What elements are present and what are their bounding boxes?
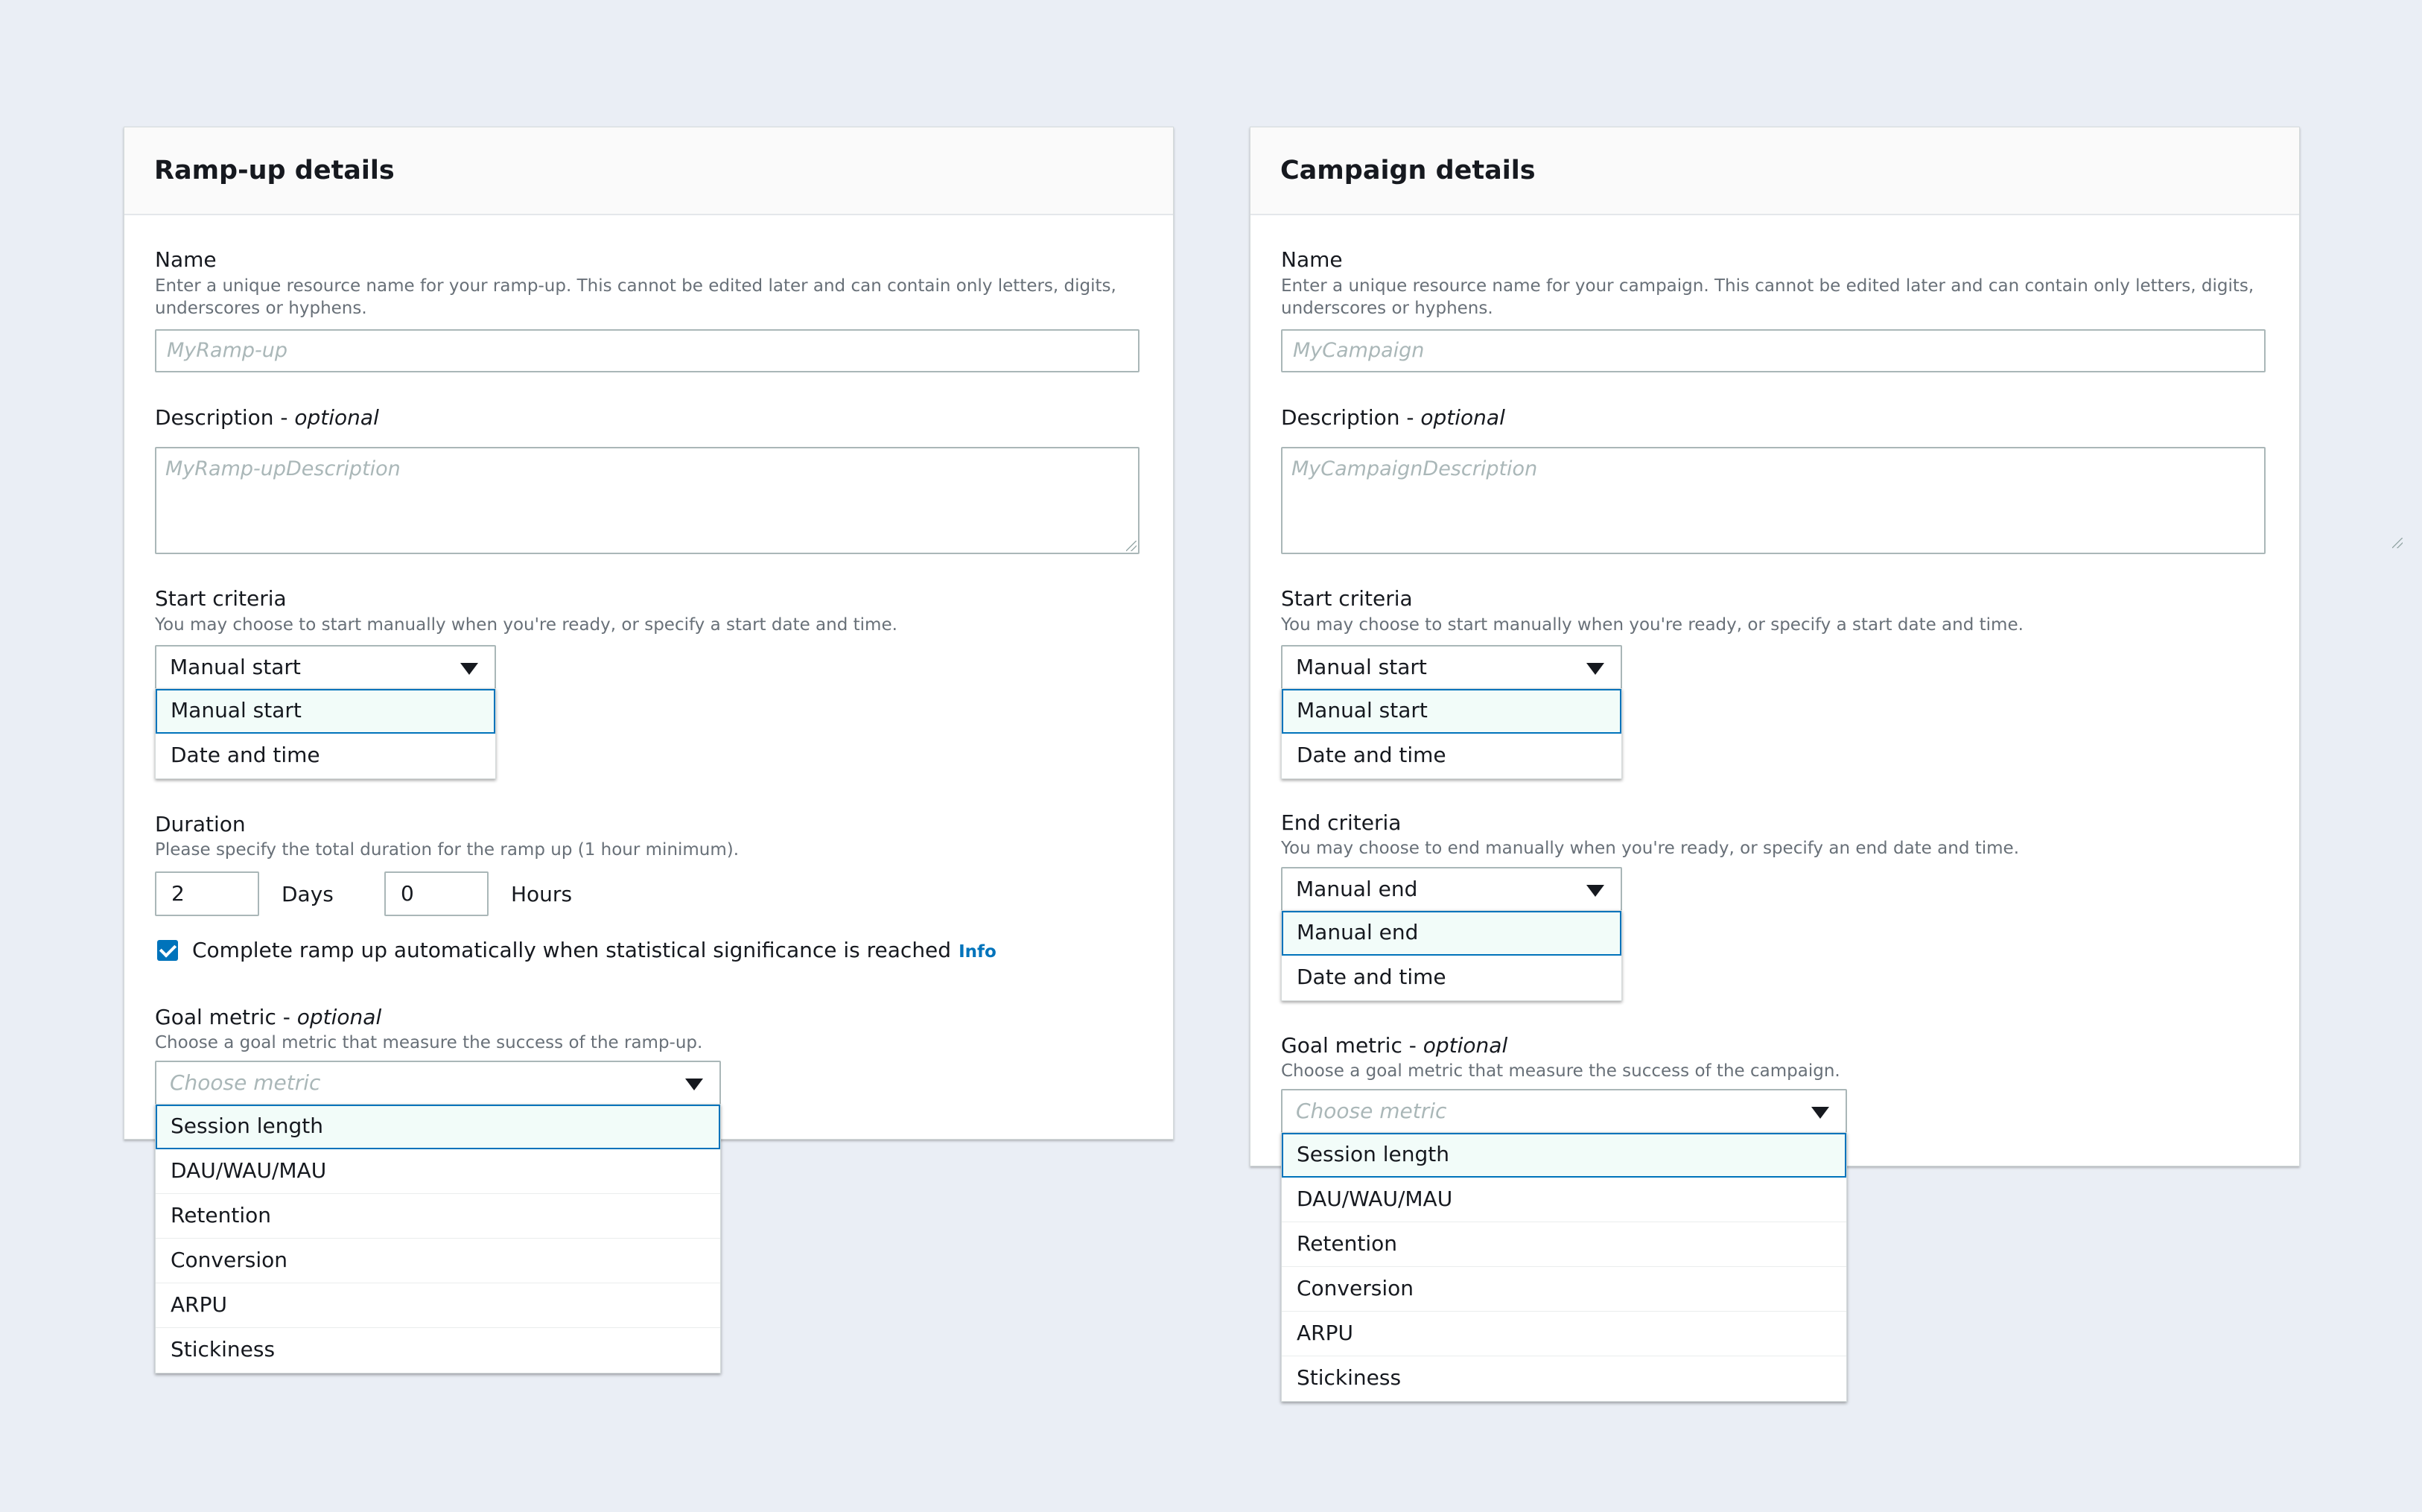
rampup-goal-select[interactable]: Choose metric — [155, 1061, 721, 1105]
rampup-start-option-datetime[interactable]: Date and time — [156, 734, 495, 778]
campaign-end-option-manual[interactable]: Manual end — [1282, 911, 1621, 956]
rampup-days-unit: Days — [282, 882, 334, 906]
rampup-name-input[interactable]: MyRamp-up — [155, 329, 1140, 372]
rampup-days-input[interactable]: 2 — [155, 871, 259, 916]
campaign-end-option-datetime[interactable]: Date and time — [1282, 956, 1621, 1000]
campaign-name-desc-line1: Enter a unique resource name for your ca… — [1281, 276, 2254, 296]
campaign-description-optional: optional — [1420, 405, 1505, 430]
campaign-description-label-text: Description — [1281, 405, 1400, 430]
campaign-end-value: Manual end — [1296, 877, 1418, 901]
campaign-start-value: Manual start — [1296, 655, 1427, 679]
campaign-end-label: End criteria — [1281, 810, 1402, 835]
campaign-end-description: You may choose to end manually when you'… — [1281, 839, 2019, 858]
campaign-name-label: Name — [1281, 247, 1343, 272]
rampup-panel-header: Ramp-up details — [124, 127, 1173, 215]
campaign-name-desc-line2: underscores or hyphens. — [1281, 299, 1493, 318]
rampup-panel-title: Ramp-up details — [154, 156, 395, 185]
rampup-goal-label-text: Goal metric — [155, 1005, 276, 1029]
rampup-auto-complete-label: Complete ramp up automatically when stat… — [192, 938, 997, 962]
campaign-description-placeholder: MyCampaignDescription — [1291, 457, 1538, 480]
campaign-goal-option-stickiness[interactable]: Stickiness — [1282, 1356, 1846, 1401]
campaign-panel-header: Campaign details — [1250, 127, 2299, 215]
campaign-goal-optional: optional — [1423, 1033, 1508, 1058]
campaign-goal-label: Goal metric - optional — [1281, 1033, 1508, 1058]
rampup-description-textarea[interactable]: MyRamp-upDescription — [155, 447, 1140, 554]
campaign-end-dropdown: Manual end Date and time — [1281, 910, 1622, 1001]
rampup-description-optional: optional — [294, 405, 379, 430]
rampup-description-label-text: Description — [155, 405, 274, 430]
rampup-description-placeholder: MyRamp-upDescription — [165, 457, 401, 480]
rampup-start-label: Start criteria — [155, 586, 287, 611]
rampup-goal-option-session-length[interactable]: Session length — [156, 1105, 720, 1149]
campaign-start-label: Start criteria — [1281, 586, 1413, 611]
rampup-start-select[interactable]: Manual start — [155, 645, 496, 690]
rampup-duration-description: Please specify the total duration for th… — [155, 840, 740, 860]
campaign-panel-title: Campaign details — [1280, 156, 1536, 185]
rampup-duration-label: Duration — [155, 812, 246, 836]
rampup-name-desc-line1: Enter a unique resource name for your ra… — [155, 276, 1116, 296]
rampup-goal-option-conversion[interactable]: Conversion — [156, 1239, 720, 1283]
campaign-end-select[interactable]: Manual end — [1281, 867, 1622, 912]
rampup-goal-option-arpu[interactable]: ARPU — [156, 1283, 720, 1328]
campaign-start-dropdown: Manual start Date and time — [1281, 688, 1622, 779]
campaign-goal-option-retention[interactable]: Retention — [1282, 1222, 1846, 1267]
campaign-goal-placeholder: Choose metric — [1296, 1099, 1447, 1123]
rampup-start-description: You may choose to start manually when yo… — [155, 615, 897, 635]
rampup-start-dropdown: Manual start Date and time — [155, 688, 496, 779]
caret-down-icon — [685, 1079, 703, 1090]
caret-down-icon — [460, 663, 478, 675]
info-link[interactable]: Info — [959, 942, 997, 962]
rampup-goal-option-retention[interactable]: Retention — [156, 1194, 720, 1239]
rampup-start-option-manual[interactable]: Manual start — [156, 689, 495, 734]
rampup-hours-unit: Hours — [511, 882, 573, 906]
rampup-name-description: Enter a unique resource name for your ra… — [155, 275, 1116, 320]
campaign-start-select[interactable]: Manual start — [1281, 645, 1622, 690]
rampup-goal-description: Choose a goal metric that measure the su… — [155, 1033, 703, 1052]
campaign-goal-select[interactable]: Choose metric — [1281, 1089, 1847, 1134]
rampup-goal-placeholder: Choose metric — [170, 1070, 321, 1095]
rampup-name-label: Name — [155, 247, 217, 272]
campaign-start-description: You may choose to start manually when yo… — [1281, 615, 2024, 635]
campaign-name-description: Enter a unique resource name for your ca… — [1281, 275, 2254, 320]
caret-down-icon — [1586, 663, 1604, 675]
caret-down-icon — [1811, 1107, 1829, 1119]
campaign-goal-option-session-length[interactable]: Session length — [1282, 1133, 1846, 1178]
rampup-start-value: Manual start — [170, 655, 301, 679]
rampup-description-label: Description - optional — [155, 405, 379, 430]
resize-grip-icon[interactable] — [1126, 541, 1137, 551]
campaign-start-option-manual[interactable]: Manual start — [1282, 689, 1621, 734]
resize-grip-icon[interactable] — [2392, 538, 2403, 548]
campaign-description-textarea[interactable]: MyCampaignDescription — [1281, 447, 2266, 554]
rampup-auto-complete-text: Complete ramp up automatically when stat… — [192, 938, 952, 962]
rampup-goal-optional: optional — [296, 1005, 382, 1029]
campaign-goal-description: Choose a goal metric that measure the su… — [1281, 1061, 1840, 1081]
campaign-goal-label-text: Goal metric — [1281, 1033, 1402, 1058]
caret-down-icon — [1586, 885, 1604, 897]
rampup-goal-label: Goal metric - optional — [155, 1005, 382, 1029]
campaign-goal-dropdown: Session length DAU/WAU/MAU Retention Con… — [1281, 1132, 1847, 1402]
campaign-goal-option-arpu[interactable]: ARPU — [1282, 1312, 1846, 1356]
rampup-goal-option-stickiness[interactable]: Stickiness — [156, 1328, 720, 1373]
campaign-name-input[interactable]: MyCampaign — [1281, 329, 2266, 372]
rampup-auto-complete-checkbox[interactable] — [157, 940, 178, 961]
rampup-goal-dropdown: Session length DAU/WAU/MAU Retention Con… — [155, 1104, 721, 1373]
campaign-start-option-datetime[interactable]: Date and time — [1282, 734, 1621, 778]
campaign-description-label: Description - optional — [1281, 405, 1505, 430]
rampup-goal-option-dau-wau-mau[interactable]: DAU/WAU/MAU — [156, 1149, 720, 1194]
rampup-hours-input[interactable]: 0 — [384, 871, 489, 916]
campaign-goal-option-conversion[interactable]: Conversion — [1282, 1267, 1846, 1312]
campaign-goal-option-dau-wau-mau[interactable]: DAU/WAU/MAU — [1282, 1178, 1846, 1222]
rampup-name-desc-line2: underscores or hyphens. — [155, 299, 367, 318]
